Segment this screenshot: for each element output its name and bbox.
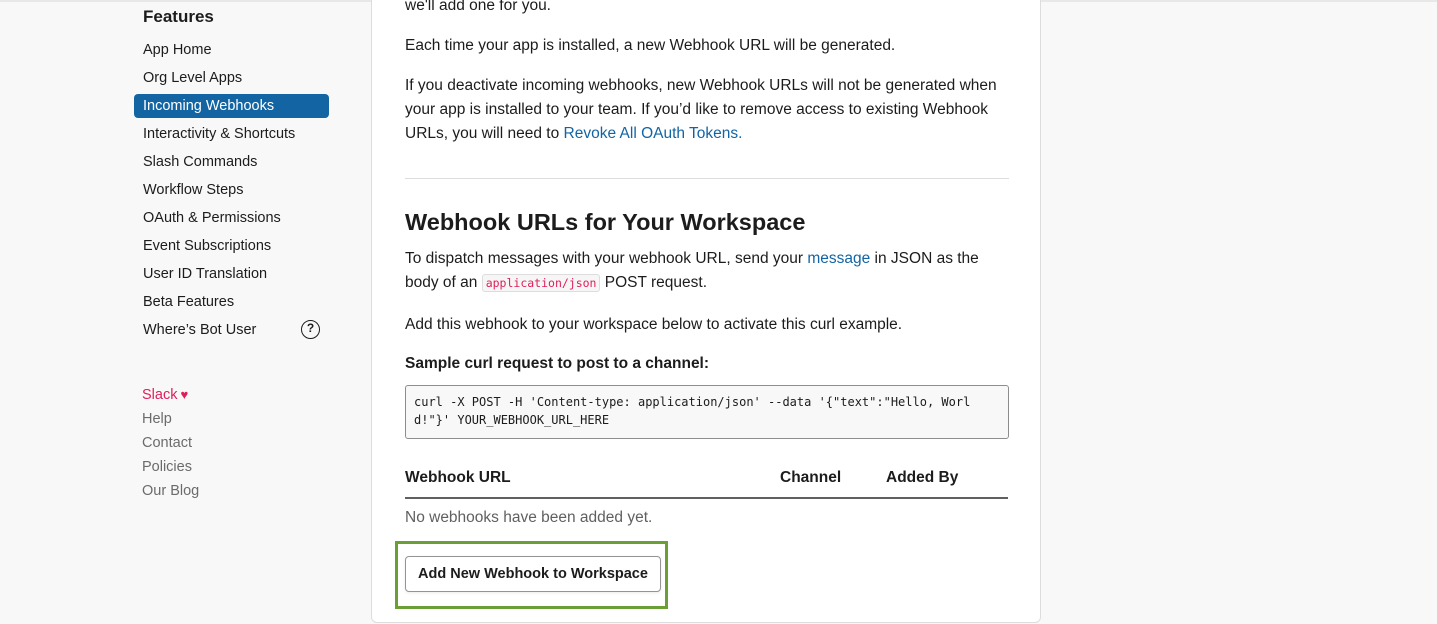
column-channel: Channel [780,469,842,486]
sample-curl-label: Sample curl request to post to a channel… [405,355,710,372]
footer-link-slack[interactable]: Slack ♥ [142,384,199,408]
curl-code-block: curl -X POST -H 'Content-type: applicati… [405,385,1009,439]
footer-link-contact[interactable]: Contact [142,432,199,456]
column-webhook-url: Webhook URL [405,469,511,486]
footer-link-our-blog[interactable]: Our Blog [142,480,199,504]
intro-tail-text: we'll add one for you. [405,0,551,14]
add-hint-text: Add this webhook to your workspace below… [405,316,903,333]
deactivate-text: If you deactivate incoming webhooks, new… [405,74,1009,146]
main-card: we'll add one for you. Each time your ap… [371,0,1041,623]
sidebar-nav: App Home Org Level Apps Incoming Webhook… [134,38,329,346]
section-title: Webhook URLs for Your Workspace [405,209,806,235]
sidebar-item-oauth-permissions[interactable]: OAuth & Permissions [134,206,329,230]
content-type-code: application/json [481,274,601,292]
help-icon[interactable]: ? [301,320,320,339]
dispatch-text-a: To dispatch messages with your webhook U… [405,250,808,267]
sidebar-item-label: Where’s Bot User [143,322,257,338]
sidebar-item-beta-features[interactable]: Beta Features [134,290,329,314]
sidebar-item-user-id-translation[interactable]: User ID Translation [134,262,329,286]
sidebar-item-interactivity-shortcuts[interactable]: Interactivity & Shortcuts [134,122,329,146]
sidebar-item-workflow-steps[interactable]: Workflow Steps [134,178,329,202]
sidebar-item-slash-commands[interactable]: Slash Commands [134,150,329,174]
sidebar-item-org-level-apps[interactable]: Org Level Apps [134,66,329,90]
empty-table-message: No webhooks have been added yet. [405,509,653,526]
sidebar-item-event-subscriptions[interactable]: Event Subscriptions [134,234,329,258]
column-added-by: Added By [886,469,959,486]
section-divider [405,178,1009,179]
footer-link-help[interactable]: Help [142,408,199,432]
add-webhook-button[interactable]: Add New Webhook to Workspace [405,556,661,592]
sidebar-item-incoming-webhooks[interactable]: Incoming Webhooks [134,94,329,118]
dispatch-text: To dispatch messages with your webhook U… [405,247,1009,295]
revoke-tokens-link[interactable]: Revoke All OAuth Tokens. [564,125,743,142]
footer-link-policies[interactable]: Policies [142,456,199,480]
message-link[interactable]: message [807,250,870,267]
sidebar-item-wheres-bot-user[interactable]: Where’s Bot User ? [134,318,329,342]
footer-slack-label: Slack [142,387,178,403]
sidebar-heading: Features [143,7,214,26]
generated-text: Each time your app is installed, a new W… [405,37,896,54]
sidebar-footer: Slack ♥ Help Contact Policies Our Blog [142,384,199,504]
webhook-table-header: Webhook URL Channel Added By [405,465,1008,499]
sidebar-item-app-home[interactable]: App Home [134,38,329,62]
heart-icon: ♥ [180,387,189,402]
dispatch-text-c: POST request. [600,274,708,291]
